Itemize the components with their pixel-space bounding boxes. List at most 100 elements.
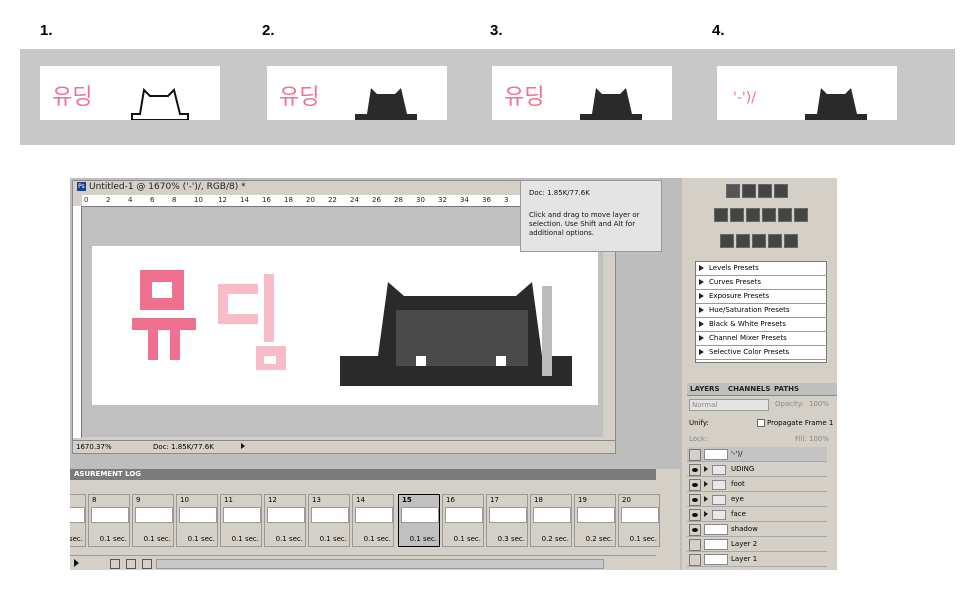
channel-mixer-icon[interactable]: [794, 208, 808, 222]
document-size[interactable]: Doc: 1.85K/77.6K: [153, 441, 214, 453]
animation-frame-selected[interactable]: 15 0.1 sec.: [398, 494, 440, 547]
layer-row[interactable]: '-')/: [687, 447, 827, 462]
animation-frame[interactable]: 19 0.2 sec.: [574, 494, 616, 547]
delete-frame-icon[interactable]: [142, 559, 152, 569]
visibility-toggle[interactable]: [689, 524, 701, 536]
animation-frame[interactable]: 14 0.1 sec.: [352, 494, 394, 547]
frames-scrollbar[interactable]: [156, 559, 604, 569]
animation-panel: ASUREMENT LOG 0.1 sec. 8 0.1 sec. 9 0.1 …: [70, 469, 680, 570]
preset-exposure[interactable]: Exposure Presets: [696, 290, 827, 304]
layer-row[interactable]: shadow: [687, 522, 827, 537]
animation-frame[interactable]: 17 0.3 sec.: [486, 494, 528, 547]
layer-row[interactable]: face: [687, 507, 827, 522]
photo-filter-icon[interactable]: [778, 208, 792, 222]
frame-delay[interactable]: 0.1 sec.: [621, 535, 657, 543]
visibility-toggle[interactable]: [689, 479, 701, 491]
tween-icon[interactable]: [110, 559, 120, 569]
color-balance-icon[interactable]: [746, 208, 760, 222]
propagate-label: Propagate Frame 1: [767, 419, 834, 427]
status-menu-arrow-icon[interactable]: [241, 443, 245, 449]
frame-delay[interactable]: 0.1 sec.: [179, 535, 215, 543]
frame-delay[interactable]: 0.1 sec.: [223, 535, 259, 543]
levels-icon[interactable]: [742, 184, 756, 198]
gradient-map-icon[interactable]: [768, 234, 782, 248]
frame-delay[interactable]: 0.1 sec.: [70, 535, 83, 543]
expand-arrow-icon[interactable]: [704, 466, 708, 472]
animation-frame[interactable]: 12 0.1 sec.: [264, 494, 306, 547]
animation-frame[interactable]: 11 0.1 sec.: [220, 494, 262, 547]
frame-delay[interactable]: 0.1 sec.: [135, 535, 171, 543]
frame-thumbnail: [91, 507, 129, 523]
visibility-toggle[interactable]: [689, 509, 701, 521]
frame-number: 8: [92, 496, 97, 504]
black-white-icon[interactable]: [762, 208, 776, 222]
layer-row[interactable]: UDING: [687, 462, 827, 477]
layer-row[interactable]: foot: [687, 477, 827, 492]
visibility-toggle[interactable]: [689, 539, 701, 551]
animation-frame[interactable]: 18 0.2 sec.: [530, 494, 572, 547]
frame-delay[interactable]: 0.1 sec.: [355, 535, 391, 543]
frame-delay[interactable]: 0.3 sec.: [489, 535, 525, 543]
brightness-icon[interactable]: [726, 184, 740, 198]
preset-curves[interactable]: Curves Presets: [696, 276, 827, 290]
visibility-toggle[interactable]: [689, 494, 701, 506]
layer-row[interactable]: eye: [687, 492, 827, 507]
blend-mode-select[interactable]: Normal: [689, 399, 769, 411]
layer-row[interactable]: Layer 1: [687, 552, 827, 567]
right-panel: Levels Presets Curves Presets Exposure P…: [682, 178, 837, 570]
frame-delay[interactable]: 0.2 sec.: [577, 535, 613, 543]
frame-delay[interactable]: 0.1 sec.: [311, 535, 347, 543]
opacity-value[interactable]: 100%: [809, 400, 829, 408]
preset-channel-mixer[interactable]: Channel Mixer Presets: [696, 332, 827, 346]
frame-delay[interactable]: 0.1 sec.: [445, 535, 481, 543]
animation-frame[interactable]: 8 0.1 sec.: [88, 494, 130, 547]
selective-color-icon[interactable]: [784, 234, 798, 248]
folder-icon: [712, 465, 726, 475]
layer-row[interactable]: Layer 2: [687, 537, 827, 552]
frame-delay[interactable]: 0.2 sec.: [533, 535, 569, 543]
visibility-toggle[interactable]: [689, 464, 701, 476]
ruler-mark: 32: [438, 196, 447, 204]
hue-saturation-icon[interactable]: [730, 208, 744, 222]
animation-frame[interactable]: 0.1 sec.: [70, 494, 86, 547]
animation-panel-tab[interactable]: ASUREMENT LOG: [70, 469, 656, 480]
expand-arrow-icon[interactable]: [704, 511, 708, 517]
posterize-icon[interactable]: [736, 234, 750, 248]
visibility-toggle[interactable]: [689, 554, 701, 566]
preset-hue-saturation[interactable]: Hue/Saturation Presets: [696, 304, 827, 318]
fill-value[interactable]: 100%: [809, 435, 829, 443]
tab-channels[interactable]: CHANNELS: [725, 383, 773, 395]
expand-arrow-icon[interactable]: [704, 496, 708, 502]
exposure-icon[interactable]: [774, 184, 788, 198]
ruler-vertical[interactable]: [73, 206, 82, 438]
frame-delay[interactable]: 0.1 sec.: [267, 535, 303, 543]
preset-black-white[interactable]: Black & White Presets: [696, 318, 827, 332]
lock-label: Lock:: [689, 435, 708, 443]
animation-frame[interactable]: 9 0.1 sec.: [132, 494, 174, 547]
frame-thumbnail: [70, 507, 85, 523]
zoom-level[interactable]: 1670.37%: [76, 441, 112, 453]
frame-delay[interactable]: 0.1 sec.: [91, 535, 127, 543]
frame-number: 18: [534, 496, 543, 504]
duplicate-frame-icon[interactable]: [126, 559, 136, 569]
tab-paths[interactable]: PATHS: [771, 383, 802, 395]
play-icon[interactable]: [74, 559, 79, 567]
ruler-mark: 12: [218, 196, 227, 204]
animation-frame[interactable]: 20 0.1 sec.: [618, 494, 660, 547]
canvas[interactable]: [92, 246, 598, 405]
vibrance-icon[interactable]: [714, 208, 728, 222]
invert-icon[interactable]: [720, 234, 734, 248]
expand-arrow-icon[interactable]: [704, 481, 708, 487]
tab-layers[interactable]: LAYERS: [687, 383, 723, 395]
preset-levels[interactable]: Levels Presets: [696, 262, 827, 276]
threshold-icon[interactable]: [752, 234, 766, 248]
folder-icon: [712, 510, 726, 520]
animation-frame[interactable]: 13 0.1 sec.: [308, 494, 350, 547]
propagate-checkbox[interactable]: [757, 419, 765, 427]
preset-selective-color[interactable]: Selective Color Presets: [696, 346, 827, 360]
animation-frame[interactable]: 16 0.1 sec.: [442, 494, 484, 547]
frame-delay[interactable]: 0.1 sec.: [401, 535, 437, 543]
curves-icon[interactable]: [758, 184, 772, 198]
animation-frame[interactable]: 10 0.1 sec.: [176, 494, 218, 547]
visibility-toggle[interactable]: [689, 449, 701, 461]
